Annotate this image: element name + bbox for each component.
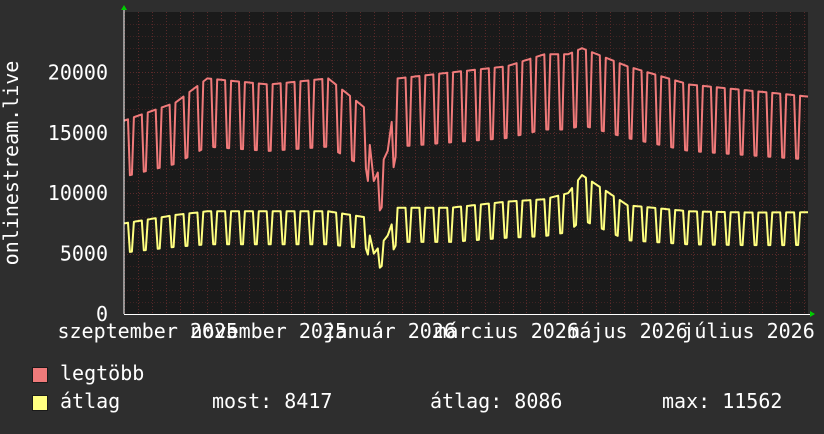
legend-label-legtobb: legtöbb — [60, 361, 145, 385]
legend-swatch-atlag — [32, 395, 48, 411]
plot-area — [124, 12, 808, 314]
x-axis-arrow — [810, 311, 815, 317]
y-axis-label: onlinestream.live — [0, 61, 23, 266]
y-tick-label: 15000 — [48, 121, 108, 145]
stat-most: most: 8417 — [212, 389, 333, 413]
x-tick-label: május 2026 — [567, 319, 687, 343]
x-tick-label: július 2026 — [682, 319, 814, 343]
legend-swatch-legtobb — [32, 367, 48, 383]
stat-atlag: átlag: 8086 — [430, 389, 563, 413]
legend-label-atlag: átlag — [60, 389, 121, 413]
y-tick-label: 5000 — [60, 242, 108, 266]
y-tick-label: 20000 — [48, 60, 108, 84]
y-axis-arrow — [121, 5, 127, 10]
x-tick-label: március 2026 — [434, 319, 579, 343]
y-tick-label: 10000 — [48, 181, 108, 205]
stat-max: max: 11562 — [662, 389, 783, 413]
